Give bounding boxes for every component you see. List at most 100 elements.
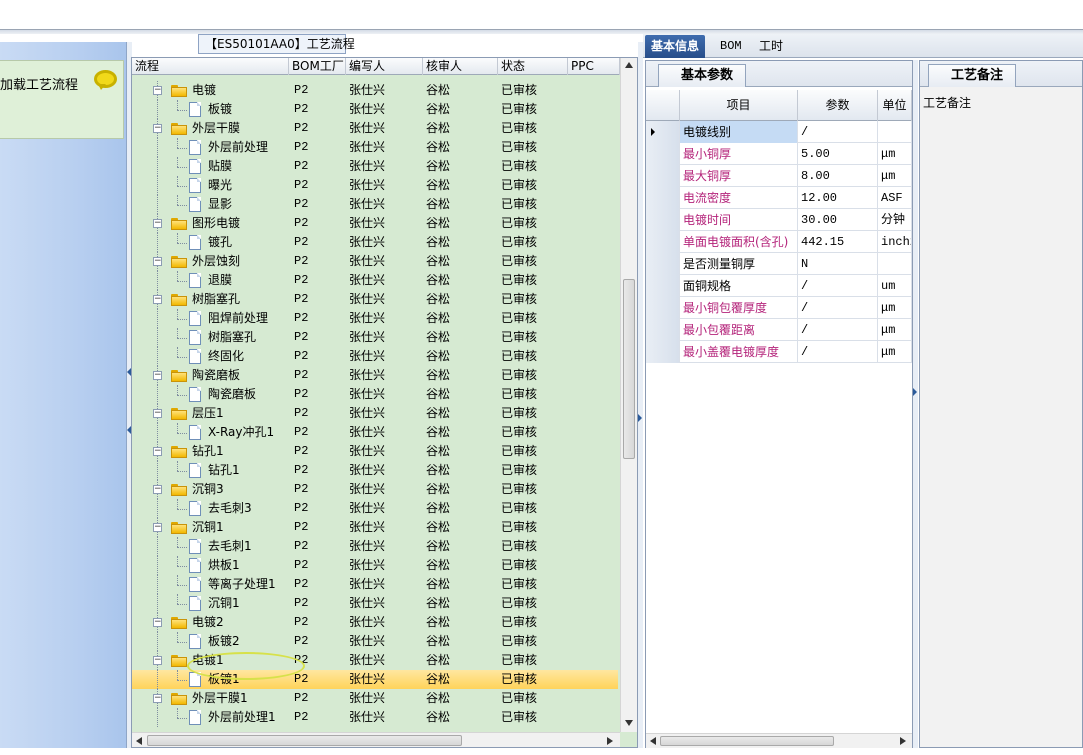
params-splitter[interactable]	[913, 60, 918, 748]
scroll-right-icon[interactable]	[607, 737, 613, 745]
expand-params-icon[interactable]	[913, 388, 917, 396]
tab-process-notes[interactable]: 工艺备注	[928, 64, 1017, 87]
param-value[interactable]: /	[798, 341, 878, 363]
tree-step-row[interactable]: 外层前处理1 P2 张仕兴 谷松 已审核	[132, 708, 618, 727]
col-process[interactable]: 流程	[132, 58, 289, 75]
scroll-down-icon[interactable]	[625, 720, 633, 726]
col-bom-factory[interactable]: BOM工厂	[289, 58, 346, 75]
col-item[interactable]: 项目	[680, 90, 798, 121]
row-header[interactable]	[646, 253, 680, 275]
param-row[interactable]: 是否测量铜厚 N	[646, 253, 912, 275]
collapse-toggle-icon[interactable]: −	[153, 523, 162, 532]
tree-group-row[interactable]: − 钻孔1 P2 张仕兴 谷松 已审核	[132, 442, 618, 461]
tree-group-row[interactable]: − 陶瓷磨板 P2 张仕兴 谷松 已审核	[132, 366, 618, 385]
tab-bom[interactable]: BOM	[714, 35, 748, 58]
param-row[interactable]: 单面电镀面积(含孔)442.15inch2	[646, 231, 912, 253]
collapse-toggle-icon[interactable]: −	[153, 219, 162, 228]
row-header[interactable]	[646, 187, 680, 209]
param-value[interactable]: /	[798, 121, 878, 143]
row-header[interactable]	[646, 341, 680, 363]
tree-group-row[interactable]: − 图形电镀 P2 张仕兴 谷松 已审核	[132, 214, 618, 233]
tree-step-row[interactable]: 去毛刺3 P2 张仕兴 谷松 已审核	[132, 499, 618, 518]
tree-step-row[interactable]: X-Ray冲孔1 P2 张仕兴 谷松 已审核	[132, 423, 618, 442]
tree-step-row[interactable]: 板镀2 P2 张仕兴 谷松 已审核	[132, 632, 618, 651]
scroll-up-icon[interactable]	[625, 62, 633, 68]
tree-group-row[interactable]: − 电镀 P2 张仕兴 谷松 已审核	[132, 81, 618, 100]
col-status[interactable]: 状态	[498, 58, 568, 75]
tree-step-row[interactable]: 退膜 P2 张仕兴 谷松 已审核	[132, 271, 618, 290]
tree-step-row[interactable]: 陶瓷磨板 P2 张仕兴 谷松 已审核	[132, 385, 618, 404]
row-header[interactable]	[646, 275, 680, 297]
tab-basic-params[interactable]: 基本参数	[658, 64, 747, 87]
param-value[interactable]: /	[798, 297, 878, 319]
tab-work-hours[interactable]: 工时	[753, 35, 789, 58]
tree-group-row[interactable]: − 电镀2 P2 张仕兴 谷松 已审核	[132, 613, 618, 632]
tree-step-row[interactable]: 显影 P2 张仕兴 谷松 已审核	[132, 195, 618, 214]
tree-step-row[interactable]: 镀孔 P2 张仕兴 谷松 已审核	[132, 233, 618, 252]
speech-bubble-icon[interactable]	[94, 70, 117, 90]
tree-step-row[interactable]: 贴膜 P2 张仕兴 谷松 已审核	[132, 157, 618, 176]
col-value[interactable]: 参数	[798, 90, 878, 121]
process-tree-grid[interactable]: 流程 BOM工厂 编写人 核审人 状态 PPC − 电镀 P2 张仕兴 谷松 已审核 板镀 P…	[131, 57, 638, 748]
tree-step-row[interactable]: 外层前处理 P2 张仕兴 谷松 已审核	[132, 138, 618, 157]
tree-group-row[interactable]: − 外层干膜 P2 张仕兴 谷松 已审核	[132, 119, 618, 138]
collapse-toggle-icon[interactable]: −	[153, 485, 162, 494]
scroll-left-icon[interactable]	[136, 737, 142, 745]
tree-vertical-scrollbar[interactable]	[620, 58, 637, 732]
params-horizontal-scrollbar[interactable]	[646, 733, 912, 748]
param-value[interactable]: 5.00	[798, 143, 878, 165]
collapse-toggle-icon[interactable]: −	[153, 447, 162, 456]
row-header[interactable]	[646, 209, 680, 231]
tree-step-row[interactable]: 钻孔1 P2 张仕兴 谷松 已审核	[132, 461, 618, 480]
collapse-toggle-icon[interactable]: −	[153, 86, 162, 95]
tree-step-row[interactable]: 沉铜1 P2 张仕兴 谷松 已审核	[132, 594, 618, 613]
tree-step-row[interactable]: 烘板1 P2 张仕兴 谷松 已审核	[132, 556, 618, 575]
params-scroll-left-icon[interactable]	[650, 737, 656, 745]
tree-group-row[interactable]: − 沉铜3 P2 张仕兴 谷松 已审核	[132, 480, 618, 499]
tree-group-row[interactable]: − 层压1 P2 张仕兴 谷松 已审核	[132, 404, 618, 423]
col-reviewer[interactable]: 核审人	[423, 58, 498, 75]
param-row[interactable]: 电镀线别 /	[646, 121, 912, 143]
collapse-right-icon[interactable]	[638, 414, 642, 422]
middle-splitter[interactable]	[638, 42, 643, 748]
param-row[interactable]: 最小盖覆电镀厚度 / μm	[646, 341, 912, 363]
param-row[interactable]: 最小包覆距离 / μm	[646, 319, 912, 341]
params-hscroll-thumb[interactable]	[660, 736, 834, 746]
param-row[interactable]: 电镀时间 30.00 分钟	[646, 209, 912, 231]
param-value[interactable]: /	[798, 275, 878, 297]
current-row-indicator[interactable]	[646, 121, 680, 143]
tree-step-row[interactable]: 等离子处理1 P2 张仕兴 谷松 已审核	[132, 575, 618, 594]
param-row[interactable]: 面铜规格 / um	[646, 275, 912, 297]
param-row[interactable]: 最小铜包覆厚度 / μm	[646, 297, 912, 319]
collapse-toggle-icon[interactable]: −	[153, 618, 162, 627]
tree-step-row[interactable]: 去毛刺1 P2 张仕兴 谷松 已审核	[132, 537, 618, 556]
collapse-toggle-icon[interactable]: −	[153, 371, 162, 380]
row-header[interactable]	[646, 297, 680, 319]
row-header[interactable]	[646, 319, 680, 341]
param-value[interactable]: 12.00	[798, 187, 878, 209]
tree-group-row[interactable]: − 沉铜1 P2 张仕兴 谷松 已审核	[132, 518, 618, 537]
tree-step-row[interactable]: 树脂塞孔 P2 张仕兴 谷松 已审核	[132, 328, 618, 347]
col-unit[interactable]: 单位	[878, 90, 912, 121]
collapse-toggle-icon[interactable]: −	[153, 409, 162, 418]
param-value[interactable]: 442.15	[798, 231, 878, 253]
tab-basic-info[interactable]: 基本信息	[645, 35, 706, 58]
collapse-toggle-icon[interactable]: −	[153, 656, 162, 665]
tree-step-row[interactable]: 曝光 P2 张仕兴 谷松 已审核	[132, 176, 618, 195]
tree-step-row[interactable]: 阻焊前处理 P2 张仕兴 谷松 已审核	[132, 309, 618, 328]
param-value[interactable]: 30.00	[798, 209, 878, 231]
col-ppc[interactable]: PPC	[568, 58, 620, 75]
tree-group-row[interactable]: − 外层干膜1 P2 张仕兴 谷松 已审核	[132, 689, 618, 708]
load-process-box[interactable]: 加载工艺流程	[0, 60, 124, 139]
collapse-toggle-icon[interactable]: −	[153, 124, 162, 133]
row-header[interactable]	[646, 143, 680, 165]
row-header[interactable]	[646, 231, 680, 253]
tree-step-row[interactable]: 终固化 P2 张仕兴 谷松 已审核	[132, 347, 618, 366]
col-writer[interactable]: 编写人	[346, 58, 423, 75]
collapse-toggle-icon[interactable]: −	[153, 257, 162, 266]
load-process-label[interactable]: 加载工艺流程	[0, 74, 78, 93]
param-row[interactable]: 最小铜厚 5.00 μm	[646, 143, 912, 165]
tree-hscroll-thumb[interactable]	[147, 735, 462, 746]
tree-group-row[interactable]: − 树脂塞孔 P2 张仕兴 谷松 已审核	[132, 290, 618, 309]
collapse-toggle-icon[interactable]: −	[153, 295, 162, 304]
